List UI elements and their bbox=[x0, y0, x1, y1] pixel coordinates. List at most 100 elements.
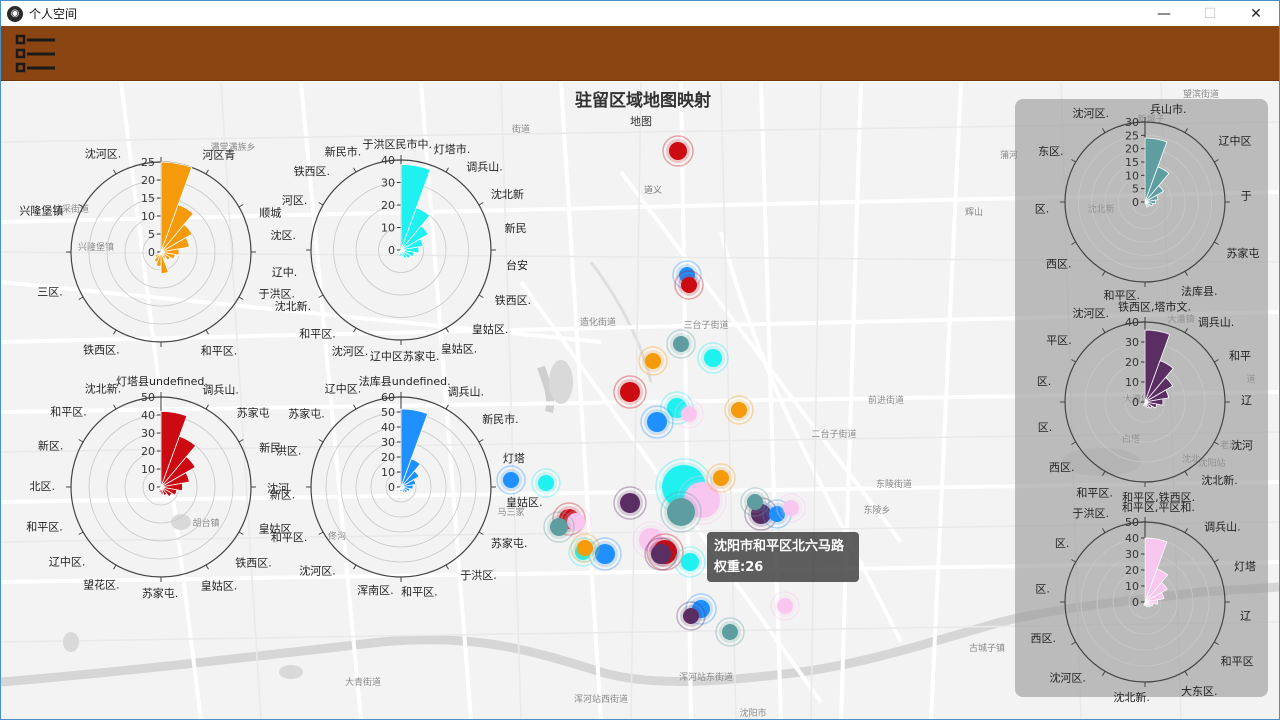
polar-category-label: 兴隆堡镇 bbox=[19, 204, 63, 218]
location-marker[interactable] bbox=[681, 277, 697, 293]
location-marker[interactable] bbox=[673, 336, 689, 352]
location-marker[interactable] bbox=[777, 598, 793, 614]
location-marker[interactable] bbox=[669, 142, 687, 160]
location-marker[interactable] bbox=[783, 500, 799, 516]
radial-tick-label: 20 bbox=[381, 451, 395, 464]
polar-category-label: 和平区. bbox=[201, 344, 238, 357]
location-marker[interactable] bbox=[577, 540, 593, 556]
location-marker[interactable] bbox=[681, 406, 697, 422]
title-bar: ◉ 个人空间 — ☐ ✕ bbox=[1, 1, 1279, 26]
polar-category-label: 沈河区. bbox=[332, 344, 369, 358]
location-marker[interactable] bbox=[683, 608, 699, 624]
radial-tick-label: 20 bbox=[381, 199, 395, 212]
polar-category-label: 皇姑区. bbox=[506, 495, 542, 509]
street-label: 兴隆堡镇 bbox=[78, 241, 114, 253]
street-label: 浑河站东街道 bbox=[679, 671, 733, 683]
minimize-button[interactable]: — bbox=[1141, 1, 1187, 26]
map-legend[interactable]: 地图 bbox=[630, 113, 652, 129]
polar-category-label: 浑南区. bbox=[357, 584, 394, 597]
location-marker[interactable] bbox=[620, 382, 640, 402]
location-marker[interactable] bbox=[651, 544, 671, 564]
polar-category-label: 于洪区民市中. bbox=[363, 137, 433, 151]
location-marker[interactable] bbox=[722, 624, 738, 640]
location-marker[interactable] bbox=[713, 470, 729, 486]
map-view[interactable]: 道义造化街道 三台子街道前进街道二台子街道东陵街道东陵乡大青街道浑河站西街道 浑河站… bbox=[1, 82, 1279, 719]
polar-category-label: 沈区. bbox=[271, 228, 297, 242]
polar-category-label: 铁西区. bbox=[83, 344, 120, 357]
street-label: 二台子街道 bbox=[811, 428, 856, 440]
polar-category-label: 和平区. bbox=[26, 521, 63, 534]
polar-category-label: 皇姑区. bbox=[472, 322, 509, 336]
location-marker[interactable] bbox=[704, 349, 722, 367]
location-marker[interactable] bbox=[538, 475, 554, 491]
location-marker[interactable] bbox=[550, 518, 568, 536]
right-chart-panel bbox=[1015, 99, 1268, 697]
street-label: 东陵乡 bbox=[863, 504, 890, 516]
location-marker[interactable] bbox=[620, 493, 640, 513]
location-marker[interactable] bbox=[667, 498, 695, 526]
location-marker[interactable] bbox=[645, 353, 661, 369]
polar-category-label: 北区. bbox=[30, 480, 56, 493]
polar-category-label: 辽中区. bbox=[325, 383, 362, 396]
polar-category-label: 皇姑区. bbox=[441, 341, 478, 355]
polar-category-label: 皇姑区. bbox=[201, 578, 238, 592]
close-button[interactable]: ✕ bbox=[1233, 1, 1279, 26]
street-label: 古城子镇 bbox=[969, 642, 1005, 654]
polar-category-label: 新区. bbox=[270, 487, 296, 501]
polar-category-label: 调兵山. bbox=[466, 160, 503, 173]
polar-category-label: 灯塔 bbox=[503, 452, 525, 465]
polar-category-label: 河区. bbox=[282, 194, 308, 207]
tooltip-address: 沈阳市和平区北六马路 bbox=[714, 539, 845, 554]
polar-category-label: 河区青 bbox=[202, 148, 235, 161]
polar-category-label: 铁西区. bbox=[495, 294, 531, 307]
polar-category-label: 调兵山. bbox=[202, 383, 239, 396]
polar-category-label: 苏家屯. bbox=[142, 586, 179, 600]
app-window: ◉ 个人空间 — ☐ ✕ 道义 造化街道 三台子街道 前进街道 二台子街道 东陵… bbox=[0, 0, 1280, 720]
radial-tick-label: 0 bbox=[148, 246, 155, 259]
polar-category-label: 辽中区苏家屯. bbox=[370, 349, 440, 363]
polar-category-label: 铁西区. bbox=[294, 165, 331, 178]
polar-category-label: 铁西区. bbox=[235, 557, 272, 570]
polar-category-label: 灯塔市. bbox=[434, 142, 471, 156]
street-label: 沈阳市 bbox=[739, 707, 766, 719]
location-marker[interactable] bbox=[681, 553, 699, 571]
radial-tick-label: 0 bbox=[388, 244, 395, 257]
polar-category-label: 沈北新. bbox=[275, 299, 312, 313]
radial-tick-label: 10 bbox=[381, 222, 395, 235]
location-marker[interactable] bbox=[731, 402, 747, 418]
street-label: 造化街道 bbox=[580, 316, 616, 328]
street-label: 浑河站西街道 bbox=[574, 693, 628, 705]
polar-category-label: 三区. bbox=[37, 286, 63, 299]
list-menu-icon[interactable] bbox=[13, 32, 57, 76]
radial-tick-label: 10 bbox=[141, 463, 155, 476]
polar-category-label: 顺城 bbox=[259, 206, 281, 219]
app-logo-icon: ◉ bbox=[7, 5, 23, 22]
polar-category-label: 沈北新 bbox=[491, 187, 524, 201]
radial-tick-label: 10 bbox=[141, 210, 155, 223]
toolbar bbox=[1, 26, 1279, 81]
radial-tick-label: 25 bbox=[141, 156, 155, 169]
polar-category-label: 沈河区. bbox=[299, 564, 336, 578]
polar-category-label: 苏家屯. bbox=[288, 406, 325, 420]
street-label: 道义 bbox=[644, 184, 662, 196]
street-label: 东陵街道 bbox=[876, 478, 912, 490]
polar-category-label: 洪区. bbox=[276, 444, 302, 458]
polar-category-label: 和平区. bbox=[271, 531, 308, 544]
street-label: 街道 bbox=[512, 123, 530, 135]
street-label: 三台子街道 bbox=[683, 319, 728, 331]
street-label: 大青街道 bbox=[345, 676, 381, 688]
maximize-button[interactable]: ☐ bbox=[1187, 1, 1233, 26]
polar-category-label: 辽中. bbox=[272, 266, 298, 279]
polar-category-label: 法库县undefined. bbox=[359, 374, 451, 388]
polar-category-label: 于洪区. bbox=[259, 286, 296, 300]
street-label: 前进街道 bbox=[868, 394, 904, 406]
radial-tick-label: 5 bbox=[148, 228, 155, 241]
polar-category-label: 和平区. bbox=[50, 405, 87, 418]
location-marker[interactable] bbox=[647, 412, 667, 432]
tooltip-weight: 权重:26 bbox=[714, 560, 764, 575]
radial-tick-label: 20 bbox=[141, 445, 155, 458]
polar-category-label: 苏家屯 bbox=[237, 406, 270, 420]
location-marker[interactable] bbox=[747, 494, 763, 510]
location-marker[interactable] bbox=[503, 472, 519, 488]
radial-tick-label: 60 bbox=[381, 391, 395, 404]
